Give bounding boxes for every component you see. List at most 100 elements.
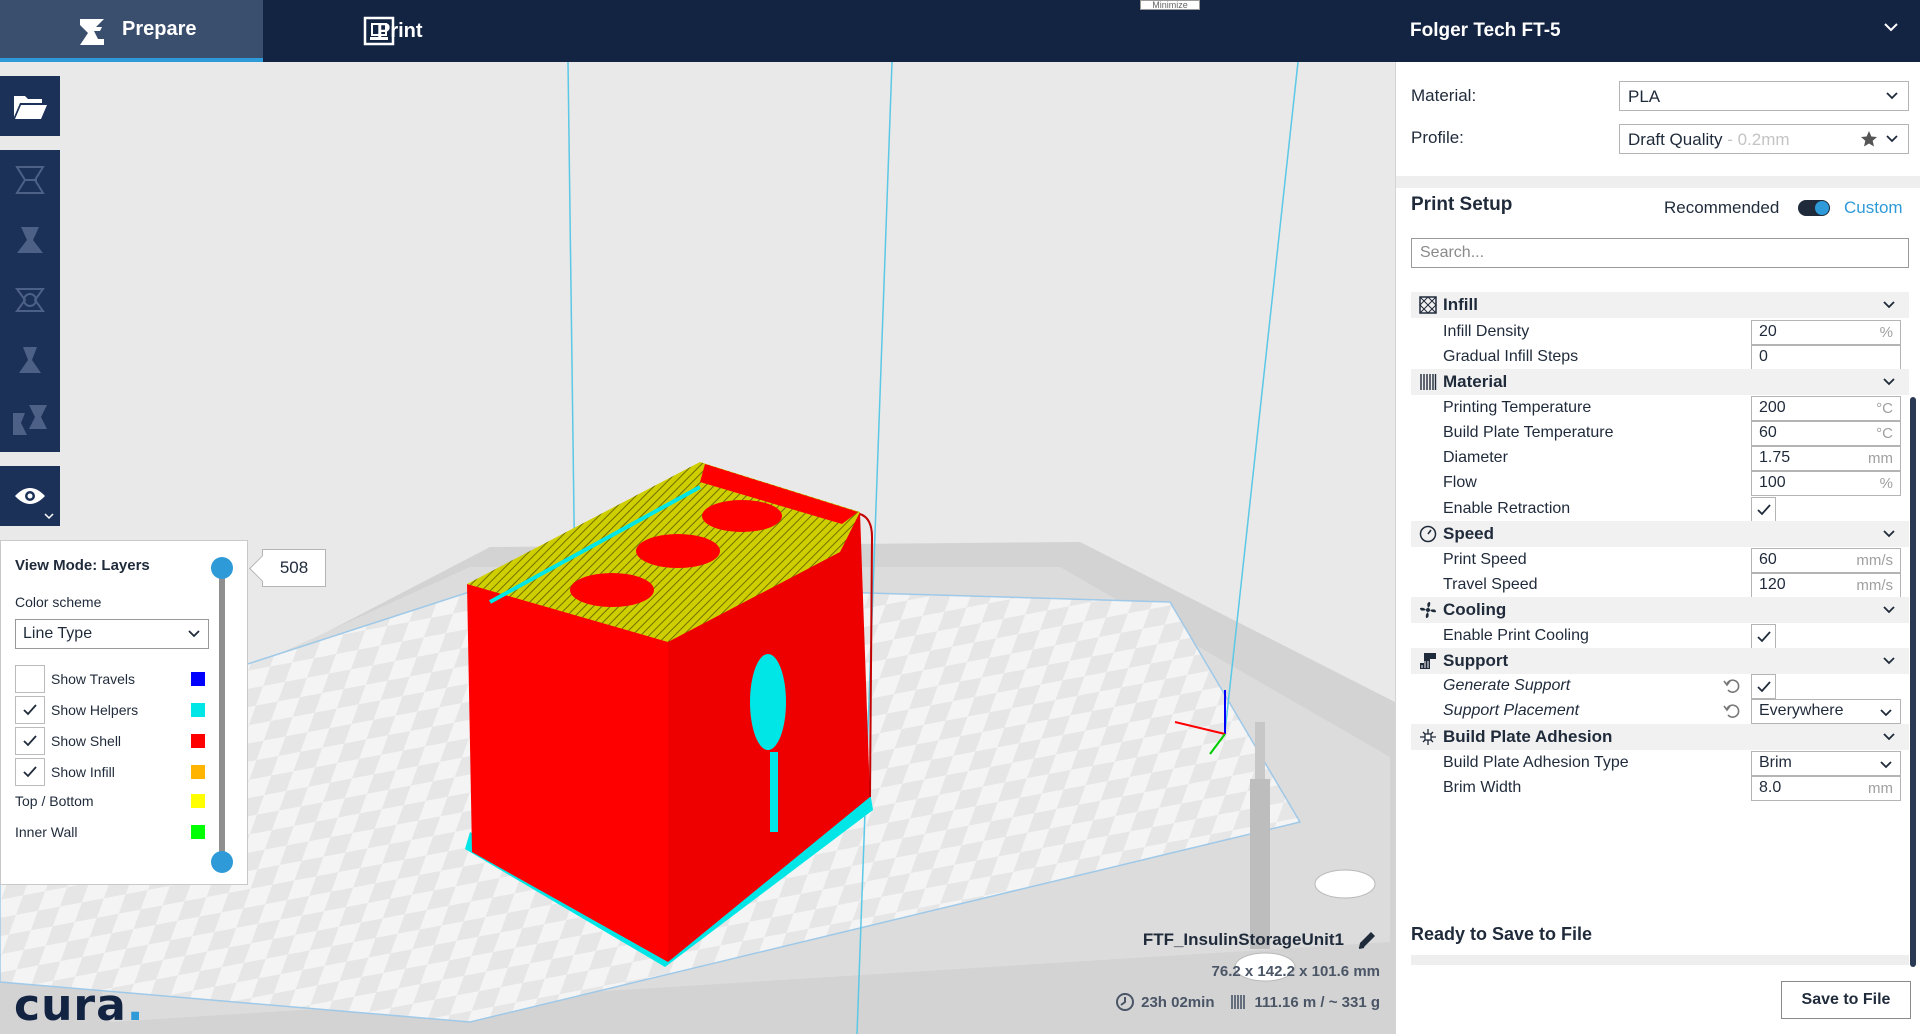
- layer-slider-track[interactable]: [219, 567, 225, 863]
- category-cooling[interactable]: Cooling: [1411, 597, 1909, 623]
- layer-slider-top-handle[interactable]: [211, 557, 233, 579]
- infill-density-input[interactable]: 20%: [1751, 320, 1901, 345]
- show-travels-checkbox[interactable]: [15, 665, 45, 693]
- material-label: Material:: [1411, 86, 1477, 105]
- chevron-down-icon: [1886, 92, 1898, 100]
- fan-icon: [1420, 602, 1436, 618]
- category-adhesion-label: Build Plate Adhesion: [1443, 727, 1613, 746]
- brim-width-input[interactable]: 8.0 mm: [1751, 776, 1901, 801]
- view-mode-button[interactable]: [0, 466, 60, 526]
- show-helpers-row[interactable]: Show Helpers: [15, 696, 205, 724]
- chevron-down-icon: [1883, 530, 1895, 538]
- scale-tool-button[interactable]: [0, 210, 60, 270]
- generate-support-checkbox[interactable]: [1751, 674, 1776, 699]
- reset-icon[interactable]: [1723, 702, 1741, 720]
- setting-travel-speed: Travel Speed 120 mm/s: [1411, 572, 1909, 598]
- tab-prepare[interactable]: Prepare: [0, 0, 263, 62]
- show-infill-row[interactable]: Show Infill: [15, 758, 205, 786]
- show-shell-checkbox[interactable]: [15, 727, 45, 755]
- pencil-icon[interactable]: [1356, 929, 1378, 951]
- print-time: 23h 02min: [1141, 993, 1215, 1011]
- print-setup-title: Print Setup: [1411, 194, 1513, 215]
- check-icon: [1756, 680, 1771, 692]
- chevron-down-icon: [1883, 657, 1895, 665]
- model-dimensions: 76.2 x 142.2 x 101.6 mm: [1211, 963, 1380, 980]
- category-speed-label: Speed: [1443, 524, 1495, 543]
- color-scheme-label: Color scheme: [15, 594, 102, 610]
- infill-color-swatch: [191, 765, 205, 779]
- tab-print[interactable]: Print: [263, 0, 463, 62]
- category-adhesion[interactable]: Build Plate Adhesion: [1411, 724, 1909, 750]
- show-infill-checkbox[interactable]: [15, 758, 45, 786]
- top-bottom-label: Top / Bottom: [15, 793, 94, 809]
- print-speed-input[interactable]: 60 mm/s: [1751, 548, 1901, 573]
- job-name: FTF_InsulinStorageUnit1: [1142, 930, 1344, 949]
- top-bar: Prepare Print Folger Tech FT-5: [0, 0, 1920, 62]
- printer-selector[interactable]: Folger Tech FT-5: [1410, 0, 1920, 62]
- infill-icon: [1419, 296, 1437, 314]
- layer-view-panel: View Mode: Layers Color scheme Line Type…: [0, 540, 248, 885]
- star-icon[interactable]: [1860, 130, 1878, 148]
- move-tool-button[interactable]: [0, 150, 60, 210]
- category-support[interactable]: Support: [1411, 648, 1909, 674]
- travel-speed-input[interactable]: 120 mm/s: [1751, 573, 1901, 598]
- profile-label: Profile:: [1411, 128, 1464, 147]
- setting-adhesion-type: Build Plate Adhesion Type Brim: [1411, 750, 1909, 776]
- setting-support-placement: Support Placement Everywhere: [1411, 698, 1909, 724]
- current-layer-field[interactable]: 508: [262, 549, 326, 587]
- mode-recommended[interactable]: Recommended: [1664, 198, 1779, 218]
- check-icon: [1756, 503, 1771, 515]
- settings-search-input[interactable]: Search...: [1411, 238, 1909, 268]
- monitor-icon: [363, 16, 395, 46]
- settings-scrollbar[interactable]: [1910, 397, 1916, 967]
- print-temp-input[interactable]: 200 °C: [1751, 396, 1901, 421]
- inner-wall-label: Inner Wall: [15, 824, 78, 840]
- cura-logo: cura.: [14, 980, 145, 1031]
- adhesion-type-select[interactable]: Brim: [1751, 751, 1901, 776]
- diameter-input[interactable]: 1.75 mm: [1751, 446, 1901, 471]
- check-icon: [23, 766, 37, 778]
- chevron-down-icon: [1883, 606, 1895, 614]
- tab-prepare-label: Prepare: [122, 17, 197, 40]
- flow-input[interactable]: 100%: [1751, 471, 1901, 496]
- category-speed[interactable]: Speed: [1411, 521, 1909, 547]
- setting-print-speed: Print Speed 60 mm/s: [1411, 547, 1909, 573]
- bed-temp-input[interactable]: 60 °C: [1751, 421, 1901, 446]
- current-layer-value: 508: [279, 558, 309, 577]
- per-model-settings-button[interactable]: [0, 390, 60, 450]
- support-placement-select[interactable]: Everywhere: [1751, 699, 1901, 724]
- category-infill[interactable]: Infill: [1411, 292, 1909, 318]
- minimize-tooltip: Minimize: [1140, 0, 1200, 10]
- move-icon: [15, 166, 45, 194]
- mode-custom[interactable]: Custom: [1844, 198, 1903, 218]
- category-material[interactable]: Material: [1411, 369, 1909, 395]
- save-to-file-button[interactable]: Save to File: [1781, 981, 1911, 1019]
- rotate-tool-button[interactable]: [0, 270, 60, 330]
- show-shell-row[interactable]: Show Shell: [15, 727, 205, 755]
- setting-diameter: Diameter 1.75 mm: [1411, 445, 1909, 471]
- mirror-icon: [19, 347, 41, 373]
- chevron-down-icon: [188, 630, 200, 638]
- color-scheme-select[interactable]: Line Type: [15, 619, 209, 649]
- open-file-button[interactable]: [0, 76, 60, 136]
- setting-flow: Flow 100%: [1411, 470, 1909, 496]
- reset-icon[interactable]: [1723, 677, 1741, 695]
- category-support-label: Support: [1443, 651, 1509, 670]
- mode-toggle[interactable]: [1798, 200, 1830, 216]
- layer-slider-bottom-handle[interactable]: [211, 851, 233, 873]
- retraction-checkbox[interactable]: [1751, 497, 1776, 522]
- mirror-tool-button[interactable]: [0, 330, 60, 390]
- gradual-infill-input[interactable]: 0: [1751, 345, 1901, 370]
- chevron-down-icon: [1886, 135, 1898, 143]
- show-travels-row[interactable]: Show Travels: [15, 665, 205, 693]
- setting-gradual-infill: Gradual Infill Steps 0: [1411, 344, 1909, 370]
- chevron-down-icon: [1883, 378, 1895, 386]
- support-icon: [1420, 653, 1436, 669]
- show-shell-label: Show Shell: [51, 733, 122, 749]
- job-name-row[interactable]: FTF_InsulinStorageUnit1: [1130, 930, 1380, 950]
- material-usage: 111.16 m / ~ 331 g: [1254, 993, 1380, 1011]
- profile-select[interactable]: Draft Quality - 0.2mm: [1619, 124, 1909, 154]
- show-helpers-checkbox[interactable]: [15, 696, 45, 724]
- material-select[interactable]: PLA: [1619, 81, 1909, 111]
- print-cooling-checkbox[interactable]: [1751, 624, 1776, 649]
